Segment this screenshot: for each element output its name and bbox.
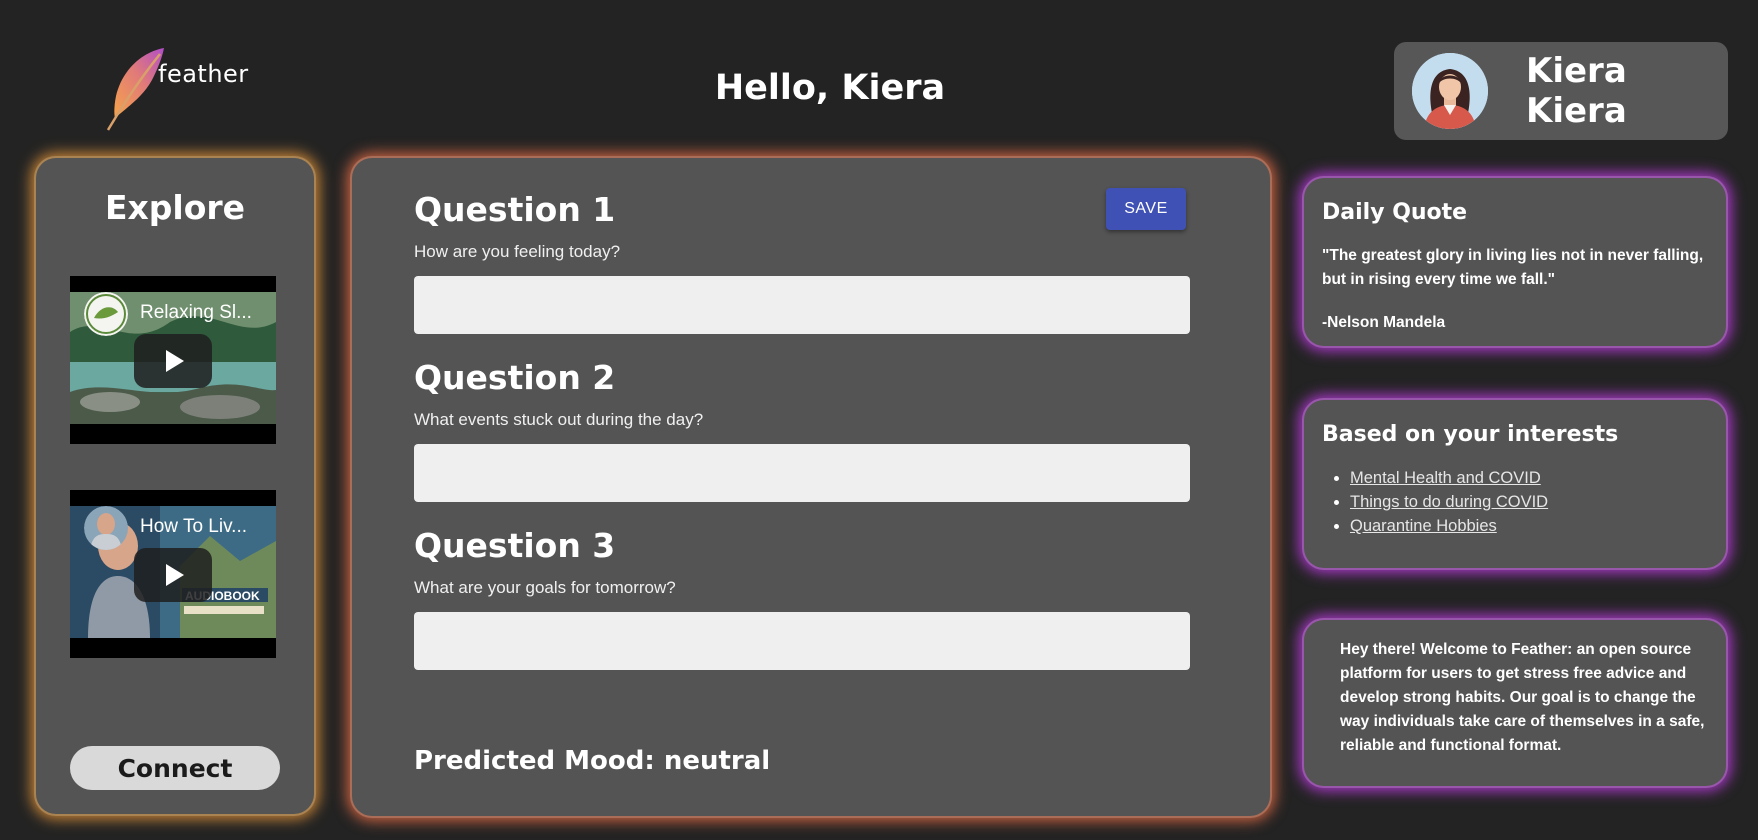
daily-quote-card: Daily Quote "The greatest glory in livin… — [1302, 176, 1728, 348]
video-thumbnail-how-to-live[interactable]: AUDIOBOOK How To Liv... — [70, 490, 276, 658]
question-1-answer-field[interactable] — [414, 276, 1190, 334]
feather-logo-icon — [106, 48, 164, 131]
play-icon — [166, 350, 184, 372]
explore-title: Explore — [104, 188, 246, 227]
video-thumbnail-relaxing[interactable]: Relaxing Sl... — [70, 276, 276, 444]
question-2-prompt: What events stuck out during the day? — [414, 410, 704, 429]
video-title: Relaxing Sl... — [140, 302, 252, 323]
avatar-icon — [1412, 53, 1488, 129]
logo-text: feather — [158, 60, 249, 88]
connect-button[interactable]: Connect — [70, 746, 280, 790]
journal-panel: SAVE Question 1 How are you feeling toda… — [350, 156, 1272, 818]
explore-panel: Explore Relaxing Sl... AUDIOBOOK How To … — [34, 156, 316, 816]
question-3-answer-field[interactable] — [414, 612, 1190, 670]
welcome-card: Hey there! Welcome to Feather: an open s… — [1302, 618, 1728, 788]
daily-quote-title: Daily Quote — [1322, 200, 1468, 225]
interest-link-mental-health[interactable]: Mental Health and COVID — [1350, 469, 1541, 487]
greeting-title: Hello, Kiera — [714, 68, 946, 108]
list-item: Things to do during COVID — [1350, 490, 1548, 514]
interests-card: Based on your interests Mental Health an… — [1302, 398, 1728, 570]
question-2-title: Question 2 — [414, 358, 616, 397]
play-icon — [166, 564, 184, 586]
question-1-title: Question 1 — [414, 190, 616, 229]
profile-card[interactable]: Kiera Kiera — [1394, 42, 1728, 140]
interest-link-hobbies[interactable]: Quarantine Hobbies — [1350, 517, 1497, 535]
welcome-text: Hey there! Welcome to Feather: an open s… — [1340, 641, 1705, 754]
list-item: Mental Health and COVID — [1350, 466, 1548, 490]
save-button[interactable]: SAVE — [1106, 188, 1186, 230]
predicted-mood: Predicted Mood: neutral — [414, 746, 771, 776]
play-button[interactable] — [134, 334, 212, 388]
list-item: Quarantine Hobbies — [1350, 514, 1548, 538]
channel-avatar — [84, 506, 128, 550]
question-3-title: Question 3 — [414, 526, 616, 565]
feather-logo[interactable]: feather — [102, 44, 272, 134]
avatar[interactable] — [1412, 53, 1488, 129]
question-3-prompt: What are your goals for tomorrow? — [414, 578, 676, 597]
user-name: Kiera Kiera — [1526, 51, 1627, 131]
interests-title: Based on your interests — [1322, 422, 1619, 447]
quote-author: -Nelson Mandela — [1322, 314, 1446, 331]
app-root: feather Hello, Kiera Kiera Kiera Explore — [0, 0, 1758, 840]
interest-links-list: Mental Health and COVID Things to do dur… — [1350, 466, 1548, 538]
question-1-prompt: How are you feeling today? — [414, 242, 621, 261]
channel-avatar — [84, 292, 128, 336]
question-2-answer-field[interactable] — [414, 444, 1190, 502]
play-button[interactable] — [134, 548, 212, 602]
interest-link-things-to-do[interactable]: Things to do during COVID — [1350, 493, 1548, 511]
video-title: How To Liv... — [140, 516, 248, 537]
quote-text: "The greatest glory in living lies not i… — [1322, 247, 1704, 288]
